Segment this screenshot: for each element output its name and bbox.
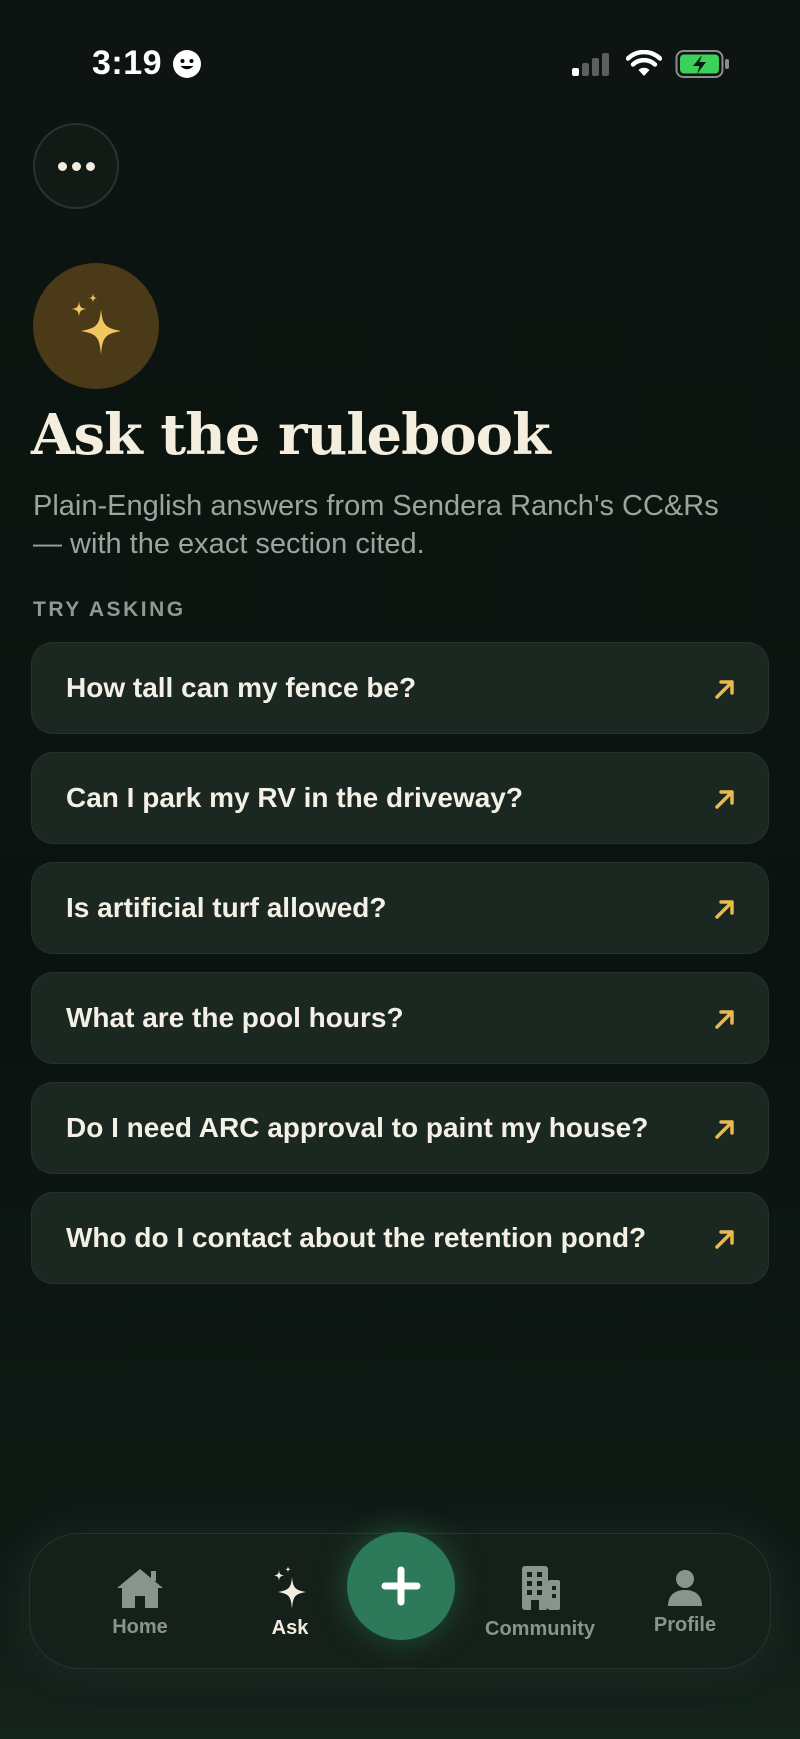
- plus-icon: [381, 1566, 421, 1606]
- tab-label: Community: [485, 1617, 595, 1640]
- ellipsis-icon: [57, 161, 95, 171]
- tab-profile[interactable]: Profile: [625, 1534, 745, 1670]
- sparkles-icon: [274, 1565, 306, 1609]
- suggestion-text: Can I park my RV in the driveway?: [66, 782, 523, 813]
- sparkles-icon: [72, 293, 121, 355]
- page-subtitle: Plain-English answers from Sendera Ranch…: [33, 490, 719, 560]
- tab-home[interactable]: Home: [80, 1534, 200, 1670]
- tab-community[interactable]: Community: [470, 1534, 610, 1670]
- person-icon: [668, 1569, 702, 1606]
- building-icon: [522, 1565, 560, 1610]
- more-options-button[interactable]: [33, 123, 119, 209]
- suggestion-text: How tall can my fence be?: [66, 672, 417, 703]
- suggestion-text: Who do I contact about the retention pon…: [66, 1222, 647, 1253]
- suggestion-item-arc-approval[interactable]: Do I need ARC approval to paint my house…: [31, 1082, 769, 1174]
- suggestion-item-artificial-turf[interactable]: Is artificial turf allowed?: [31, 862, 769, 954]
- tab-label: Ask: [271, 1616, 309, 1639]
- suggestion-item-pool-hours[interactable]: What are the pool hours?: [31, 972, 769, 1064]
- status-bar: 3:19: [0, 0, 800, 130]
- suggestion-list: How tall can my fence be? Can I park my …: [31, 642, 769, 1302]
- new-question-button[interactable]: [347, 1532, 455, 1640]
- tab-ask[interactable]: Ask: [230, 1534, 350, 1670]
- suggestion-item-retention-pond[interactable]: Who do I contact about the retention pon…: [31, 1192, 769, 1284]
- suggestion-item-rv-parking[interactable]: Can I park my RV in the driveway?: [31, 752, 769, 844]
- suggestions-label: TRY ASKING: [33, 598, 186, 621]
- arrow-up-right-icon: [715, 1010, 734, 1029]
- suggestion-text: What are the pool hours?: [66, 1002, 404, 1033]
- tab-label: Profile: [653, 1613, 717, 1636]
- tab-label: Home: [112, 1615, 168, 1638]
- suggestion-text: Is artificial turf allowed?: [66, 892, 387, 923]
- cellular-signal-icon: [572, 53, 609, 76]
- battery-charging-icon: [675, 50, 729, 78]
- hero-badge: [33, 263, 159, 389]
- status-time: 3:19: [92, 44, 163, 82]
- arrow-up-right-icon: [715, 1120, 734, 1139]
- focus-mode-icon: [173, 50, 201, 78]
- arrow-up-right-icon: [715, 1230, 734, 1249]
- suggestion-item-fence-height[interactable]: How tall can my fence be?: [31, 642, 769, 734]
- arrow-up-right-icon: [715, 680, 734, 699]
- house-icon: [117, 1568, 163, 1608]
- arrow-up-right-icon: [715, 790, 734, 809]
- arrow-up-right-icon: [715, 900, 734, 919]
- wifi-icon: [626, 50, 662, 76]
- page-title: Ask the rulebook: [31, 402, 551, 468]
- suggestion-text: Do I need ARC approval to paint my house…: [66, 1112, 649, 1143]
